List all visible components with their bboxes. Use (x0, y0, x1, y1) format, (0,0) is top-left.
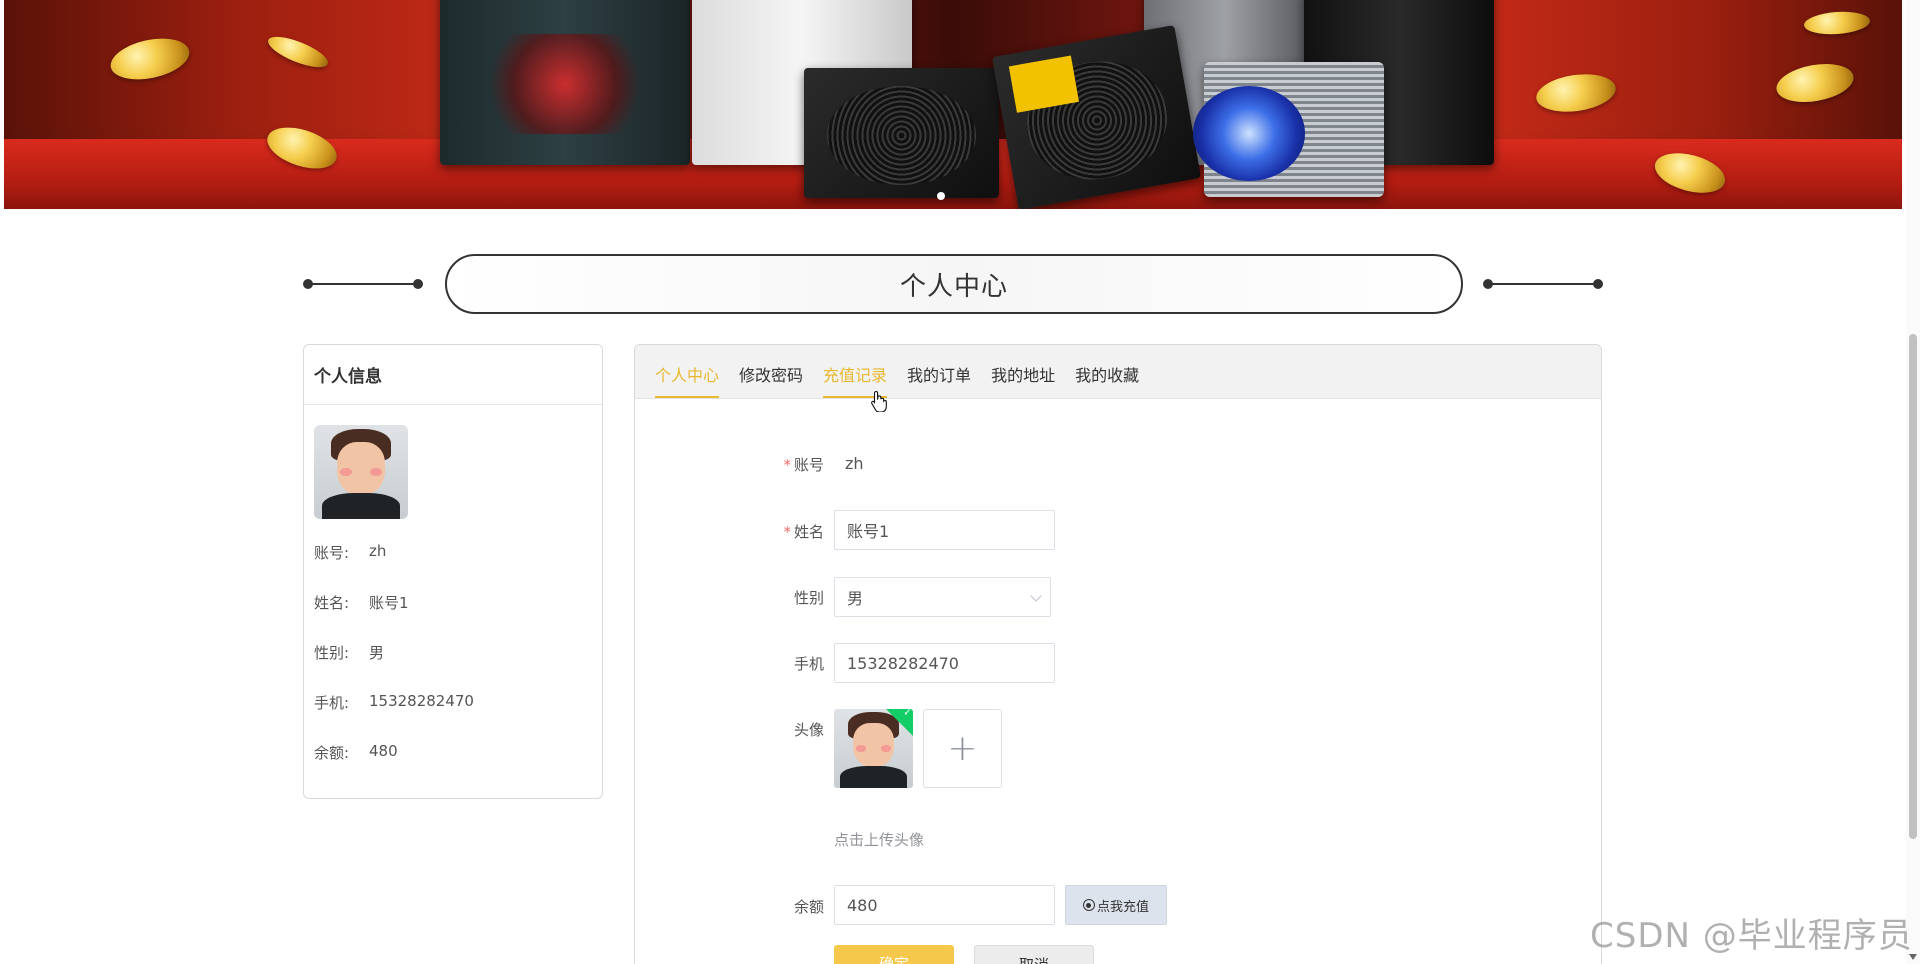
gender-select[interactable]: 男 (834, 577, 1051, 617)
plus-icon: + (947, 728, 978, 769)
uploaded-avatar[interactable]: ✓ (834, 709, 913, 788)
cpu-cooler-image (1193, 62, 1384, 197)
scrollbar[interactable] (1906, 0, 1920, 964)
power-supply-image (804, 68, 999, 198)
upload-hint: 点击上传头像 (834, 831, 925, 849)
info-label: 性别: (314, 644, 350, 662)
required-mark: * (783, 523, 791, 541)
page: 个人中心 个人信息 账号: zh 姓名: 账号1 性别: 男 手机: 15328… (0, 0, 1920, 964)
gender-label: 性别 (793, 589, 824, 607)
card-heading: 个人信息 (304, 345, 602, 405)
tab-change-password[interactable]: 修改密码 (739, 362, 803, 398)
info-label: 账号: (314, 544, 350, 562)
info-value: 480 (369, 742, 398, 760)
hand-cursor-icon (871, 390, 887, 412)
coin-decoration (106, 32, 194, 86)
cancel-button[interactable]: 取消 (974, 945, 1094, 964)
phone-input[interactable]: 15328282470 (834, 643, 1055, 683)
avatar-label: 头像 (793, 721, 824, 739)
info-row-name: 姓名: 账号1 (314, 592, 409, 613)
coin-decoration (264, 30, 332, 74)
avatar (314, 425, 408, 519)
recharge-label: 点我充值 (1096, 899, 1149, 915)
coin-decoration (1533, 69, 1619, 117)
page-title: 个人中心 (445, 254, 1463, 314)
name-input[interactable]: 账号1 (834, 510, 1055, 550)
tab-my-orders[interactable]: 我的订单 (907, 362, 971, 398)
balance-input[interactable]: 480 (834, 885, 1055, 925)
info-value: zh (369, 542, 387, 560)
carousel-indicator[interactable] (937, 192, 945, 200)
required-mark: * (783, 456, 791, 474)
upload-avatar-button[interactable]: + (923, 709, 1002, 788)
tab-personal-center[interactable]: 个人中心 (655, 362, 720, 398)
coin-decoration (1773, 58, 1857, 108)
tab-bar: 个人中心 修改密码 充值记录 我的订单 我的地址 我的收藏 (635, 345, 1601, 399)
banner-carousel[interactable] (4, 0, 1902, 209)
tab-my-favorites[interactable]: 我的收藏 (1075, 362, 1139, 398)
account-value: zh (845, 454, 864, 473)
pc-case-image (440, 0, 690, 165)
radio-icon (1082, 899, 1095, 911)
gender-selected: 男 (847, 589, 864, 608)
recharge-button[interactable]: 点我充值 (1065, 885, 1167, 925)
info-row-account: 账号: zh (314, 542, 386, 563)
info-label: 姓名: (314, 594, 350, 612)
tab-my-addresses[interactable]: 我的地址 (991, 362, 1055, 398)
info-value: 账号1 (369, 594, 409, 612)
confirm-button[interactable]: 确定 (834, 945, 954, 964)
info-label: 手机: (314, 694, 350, 712)
chevron-down-icon (1030, 590, 1042, 602)
section-title: 个人中心 (303, 254, 1603, 314)
power-supply-image (991, 25, 1202, 209)
scrollbar-thumb[interactable] (1909, 334, 1917, 839)
balance-label: 余额 (793, 898, 824, 916)
info-value: 15328282470 (369, 692, 474, 710)
info-row-gender: 性别: 男 (314, 642, 384, 663)
info-value: 男 (369, 644, 385, 662)
watermark: CSDN @毕业程序员 (1590, 916, 1913, 956)
title-decoration-left (303, 279, 423, 289)
info-row-phone: 手机: 15328282470 (314, 692, 474, 713)
info-label: 余额: (314, 744, 350, 762)
personal-info-card: 个人信息 账号: zh 姓名: 账号1 性别: 男 手机: 1532828247… (303, 344, 603, 799)
account-label: * 账号 (783, 456, 824, 474)
phone-label: 手机 (793, 655, 824, 673)
title-decoration-right (1483, 279, 1603, 289)
info-row-balance: 余额: 480 (314, 742, 398, 763)
name-label: * 姓名 (783, 523, 824, 541)
coin-decoration (1803, 9, 1871, 37)
